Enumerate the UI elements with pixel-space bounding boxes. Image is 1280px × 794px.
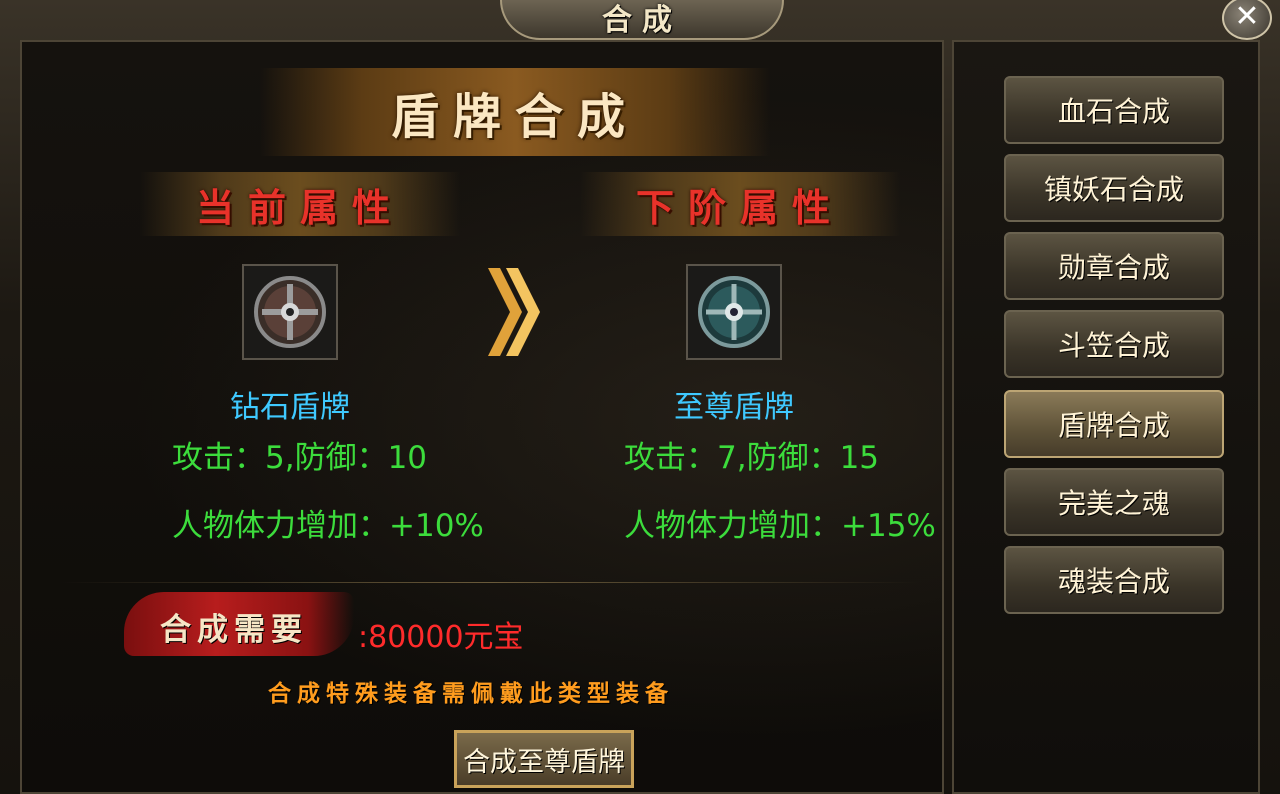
next-attr-banner: 下阶属性: [580, 172, 900, 236]
sidebar-item-soul-gear[interactable]: 魂装合成: [1004, 546, 1224, 614]
sidebar-item-hat[interactable]: 斗笠合成: [1004, 310, 1224, 378]
current-attr-banner: 当前属性: [140, 172, 460, 236]
current-item-slot[interactable]: [242, 264, 338, 360]
requirement-label: 合成需要: [160, 612, 308, 648]
next-stat-attack-defense: 攻击：7,防御：15: [624, 440, 880, 476]
compose-button[interactable]: 合成至尊盾牌: [454, 730, 634, 788]
sidebar-item-medal[interactable]: 勋章合成: [1004, 232, 1224, 300]
divider: [60, 582, 920, 583]
double-chevron-right-icon: [488, 268, 540, 356]
current-item-name: 钻石盾牌: [230, 390, 350, 425]
window-title: 合成: [602, 3, 682, 38]
next-item-slot[interactable]: [686, 264, 782, 360]
sidebar-item-demon-stone[interactable]: 镇妖石合成: [1004, 154, 1224, 222]
sidebar-item-shield[interactable]: 盾牌合成: [1004, 390, 1224, 458]
requirement-note: 合成特殊装备需佩戴此类型装备: [268, 680, 674, 707]
sidebar-item-bloodstone[interactable]: 血石合成: [1004, 76, 1224, 144]
header-banner: 盾牌合成: [260, 68, 770, 156]
page-title: 盾牌合成: [390, 89, 639, 145]
round-shield-icon: [698, 276, 770, 348]
next-item-name: 至尊盾牌: [674, 390, 794, 425]
next-stat-stamina: 人物体力增加：+15%: [624, 508, 936, 544]
requirement-cost: :80000元宝: [358, 620, 524, 655]
current-stat-attack-defense: 攻击：5,防御：10: [172, 440, 428, 476]
window-title-tab: 合成: [500, 0, 784, 40]
current-attr-heading: 当前属性: [195, 184, 404, 230]
round-shield-icon: [254, 276, 326, 348]
next-attr-heading: 下阶属性: [635, 184, 844, 230]
current-stat-stamina: 人物体力增加：+10%: [172, 508, 484, 544]
sidebar-item-perfect-soul[interactable]: 完美之魂: [1004, 468, 1224, 536]
